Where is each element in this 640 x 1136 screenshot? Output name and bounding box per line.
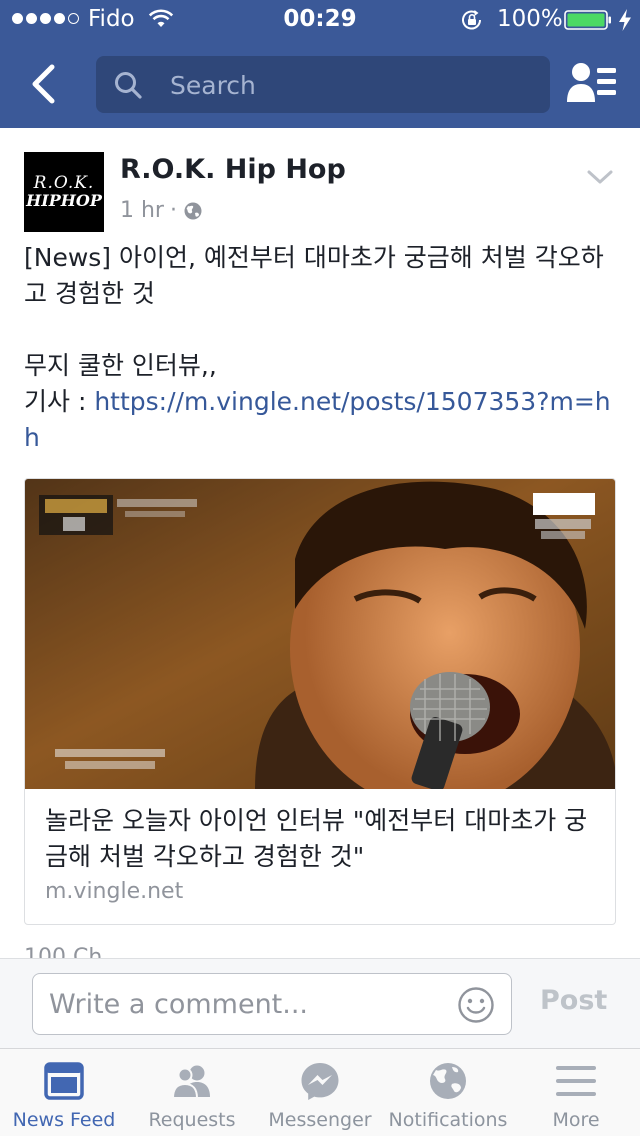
chevron-down-icon[interactable] xyxy=(586,168,614,186)
tab-label: Messenger xyxy=(268,1109,372,1131)
avatar-text-bottom: HIPHOP xyxy=(26,191,102,210)
page-avatar[interactable]: R.O.K. HIPHOP xyxy=(24,152,104,232)
post-message: [News] 아이언, 예전부터 대마초가 궁금해 처벌 각오하고 경험한 것 … xyxy=(24,240,616,456)
tab-label: News Feed xyxy=(12,1109,116,1131)
comment-field-container[interactable] xyxy=(32,973,512,1035)
meta-separator: · xyxy=(169,198,177,223)
page-name-link[interactable]: R.O.K. Hip Hop xyxy=(120,154,346,185)
tab-label: More xyxy=(552,1109,600,1131)
tab-news-feed[interactable]: News Feed xyxy=(0,1049,128,1136)
tab-messenger[interactable]: Messenger xyxy=(256,1049,384,1136)
battery-icon xyxy=(564,10,611,30)
search-icon xyxy=(115,72,142,99)
status-bar: Fido 00:29 100% xyxy=(0,0,640,40)
public-globe-icon xyxy=(184,202,202,219)
tab-more[interactable]: More xyxy=(512,1049,640,1136)
avatar-text-top: R.O.K. xyxy=(33,173,95,193)
post-meta: 1 hr · xyxy=(120,198,203,223)
tab-label: Requests xyxy=(148,1109,236,1131)
link-preview-image[interactable] xyxy=(25,479,616,789)
tab-label: Notifications xyxy=(388,1109,508,1131)
battery-percentage: 100% xyxy=(497,6,563,32)
menu-icon xyxy=(556,1066,596,1096)
rotation-lock-icon xyxy=(462,10,481,30)
post-comment-button[interactable]: Post xyxy=(540,985,607,1016)
feed-post: R.O.K. HIPHOP R.O.K. Hip Hop 1 hr · [New… xyxy=(0,128,640,958)
link-preview-title[interactable]: 놀라운 오늘자 아이언 인터뷰 "예전부터 대마초가 궁금해 처벌 각오하고 경… xyxy=(45,803,600,875)
link-preview-card[interactable]: 놀라운 오늘자 아이언 인터뷰 "예전부터 대마초가 궁금해 처벌 각오하고 경… xyxy=(24,478,616,925)
tab-notifications[interactable]: Notifications xyxy=(384,1049,512,1136)
top-navigation-bar: Fido 00:29 100% xyxy=(0,0,640,128)
link-preview-domain: m.vingle.net xyxy=(45,879,184,904)
post-timestamp[interactable]: 1 hr xyxy=(120,198,164,223)
post-message-line: 기사 : https://m.vingle.net/posts/1507353?… xyxy=(24,384,616,456)
messenger-icon xyxy=(301,1063,339,1100)
news-feed-icon xyxy=(44,1062,84,1100)
tab-requests[interactable]: Requests xyxy=(128,1049,256,1136)
search-input[interactable] xyxy=(170,65,530,105)
friend-requests-icon xyxy=(172,1065,210,1099)
reaction-count[interactable]: 100 Ch... xyxy=(24,946,123,958)
back-chevron-icon[interactable] xyxy=(28,64,60,104)
charging-bolt-icon xyxy=(619,9,631,31)
post-message-prefix: 기사 : xyxy=(24,387,95,416)
bottom-tab-bar: News Feed Requests Messenger Notificatio… xyxy=(0,1048,640,1136)
post-url-link[interactable]: https://m.vingle.net/posts/1507353?m=hh xyxy=(24,387,611,452)
emoji-smiley-icon[interactable] xyxy=(457,986,495,1024)
friends-list-icon[interactable] xyxy=(566,60,618,104)
comment-input[interactable] xyxy=(49,984,449,1024)
search-bar[interactable] xyxy=(96,56,550,113)
post-message-line: 무지 쿨한 인터뷰,, xyxy=(24,351,217,380)
comment-composer: Post xyxy=(0,958,640,1048)
globe-icon xyxy=(430,1063,466,1099)
post-message-line: [News] 아이언, 예전부터 대마초가 궁금해 처벌 각오하고 경험한 것 xyxy=(24,243,604,308)
